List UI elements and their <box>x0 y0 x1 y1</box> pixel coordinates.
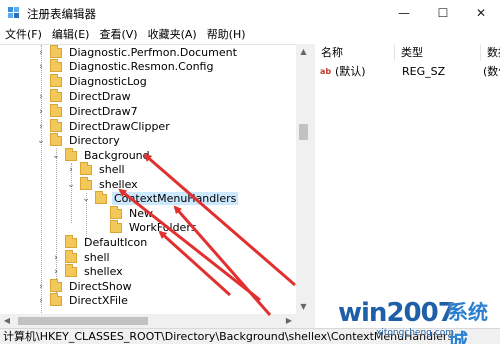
string-value-icon: ab <box>320 67 332 76</box>
tree-item[interactable]: › DirectDraw <box>36 88 133 104</box>
tree-item-label: DirectDraw <box>69 90 131 103</box>
expand-arrow-icon[interactable]: › <box>36 122 46 132</box>
menu-favorites[interactable]: 收藏夹(A) <box>143 26 202 44</box>
tree-item-label: Directory <box>69 134 120 147</box>
folder-icon <box>65 249 77 263</box>
folder-icon <box>50 132 62 146</box>
watermark-sub-text: xitongcheng.com <box>376 328 454 338</box>
expand-arrow-icon[interactable]: › <box>51 267 61 277</box>
close-button[interactable]: ✕ <box>462 0 500 26</box>
tree-item[interactable]: ⌄ Background <box>51 147 152 163</box>
expand-arrow-icon[interactable]: ⌄ <box>81 194 91 204</box>
column-header-type[interactable]: 类型 <box>395 44 481 61</box>
tree-item-label: DiagnosticLog <box>69 75 147 88</box>
expand-arrow-icon[interactable]: › <box>36 48 46 58</box>
expand-arrow-icon[interactable]: › <box>36 92 46 102</box>
maximize-button[interactable]: ☐ <box>424 0 462 26</box>
column-header-data[interactable]: 数据 <box>481 44 500 61</box>
folder-icon <box>50 58 62 72</box>
scroll-left-icon[interactable]: ◀ <box>0 314 14 328</box>
folder-icon <box>110 219 122 233</box>
tree-item[interactable]: › DirectXFile <box>36 292 130 308</box>
watermark-cn-text: 系统城 <box>448 300 488 344</box>
tree-item[interactable]: WorkFolders <box>96 219 199 235</box>
tree-item-label: DirectDrawClipper <box>69 120 170 133</box>
tree-item[interactable]: › DirectDraw7 <box>36 103 140 119</box>
tree-item[interactable]: › shell <box>51 249 112 265</box>
watermark-main-text: win2007 <box>338 298 456 328</box>
title-bar: 注册表编辑器 — ☐ ✕ <box>0 0 500 26</box>
column-header-name[interactable]: 名称 <box>315 44 395 61</box>
registry-tree[interactable]: › Diagnostic.Perfmon.Document › Diagnost… <box>0 44 311 328</box>
tree-item[interactable]: ⌄ Directory <box>36 132 122 148</box>
watermark-logo: win2007 系统城 xitongcheng.com <box>330 292 500 344</box>
tree-item-label: WorkFolders <box>129 221 197 234</box>
menu-file[interactable]: 文件(F) <box>0 26 47 44</box>
expand-arrow-icon[interactable]: › <box>36 296 46 306</box>
registry-editor-icon <box>8 7 19 18</box>
menu-help[interactable]: 帮助(H) <box>202 26 251 44</box>
folder-icon <box>50 45 62 58</box>
scroll-down-icon[interactable]: ▼ <box>296 299 311 314</box>
expand-arrow-icon[interactable]: › <box>51 253 61 263</box>
folder-open-icon <box>95 190 107 204</box>
tree-item-label: Diagnostic.Resmon.Config <box>69 60 214 73</box>
tree-item[interactable]: › shell <box>66 161 127 177</box>
folder-icon <box>50 73 62 87</box>
folder-icon <box>50 88 62 102</box>
tree-item-label: DefaultIcon <box>84 236 148 249</box>
menu-view[interactable]: 查看(V) <box>94 26 142 44</box>
folder-icon <box>65 263 77 277</box>
folder-icon <box>50 278 62 292</box>
folder-icon <box>80 176 92 190</box>
folder-icon <box>50 103 62 117</box>
scroll-thumb[interactable] <box>18 317 148 325</box>
folder-icon <box>65 234 77 248</box>
value-data: (数值 <box>483 65 500 78</box>
folder-icon <box>50 118 62 132</box>
tree-horizontal-scrollbar[interactable]: ◀ ▶ <box>0 314 311 328</box>
tree-item[interactable]: › Diagnostic.Perfmon.Document <box>36 45 239 60</box>
tree-item[interactable]: › Diagnostic.Resmon.Config <box>36 58 215 74</box>
value-name: (默认) <box>335 65 366 78</box>
tree-item-label: Background <box>84 149 150 162</box>
window-title: 注册表编辑器 <box>27 7 96 21</box>
folder-icon <box>50 292 62 306</box>
menu-bar: 文件(F) 编辑(E) 查看(V) 收藏夹(A) 帮助(H) <box>0 26 500 44</box>
scroll-up-icon[interactable]: ▲ <box>296 44 311 59</box>
menu-edit[interactable]: 编辑(E) <box>47 26 95 44</box>
expand-arrow-icon[interactable]: › <box>66 165 76 175</box>
tree-item[interactable]: DefaultIcon <box>51 234 149 250</box>
tree-item-label: shellex <box>99 178 138 191</box>
values-list[interactable]: 名称 类型 数据 ab (默认) REG_SZ (数值 <box>315 44 500 328</box>
tree-item-label: DirectDraw7 <box>69 105 138 118</box>
scroll-thumb[interactable] <box>299 124 308 140</box>
tree-item[interactable]: New <box>96 205 155 221</box>
expand-arrow-icon[interactable]: ⌄ <box>51 151 61 161</box>
tree-item-label: Diagnostic.Perfmon.Document <box>69 46 237 59</box>
minimize-button[interactable]: — <box>385 0 423 26</box>
tree-item[interactable]: DiagnosticLog <box>36 73 149 89</box>
folder-icon <box>65 147 77 161</box>
tree-item-label: New <box>129 207 153 220</box>
tree-item-label: DirectShow <box>69 280 132 293</box>
tree-item[interactable]: › shellex <box>51 263 125 279</box>
expand-arrow-icon[interactable]: ⌄ <box>36 136 46 146</box>
tree-item-label: shell <box>99 163 125 176</box>
value-row[interactable]: ab (默认) REG_SZ (数值 <box>315 64 500 80</box>
tree-item-label: shellex <box>84 265 123 278</box>
tree-vertical-scrollbar[interactable]: ▲ ▼ <box>296 44 311 314</box>
expand-arrow-icon[interactable]: › <box>36 62 46 72</box>
expand-arrow-icon[interactable]: › <box>36 282 46 292</box>
tree-item-selected[interactable]: ⌄ ContextMenuHandlers <box>81 190 239 206</box>
folder-icon <box>80 161 92 175</box>
expand-arrow-icon[interactable]: › <box>36 107 46 117</box>
folder-icon <box>110 205 122 219</box>
expand-arrow-icon[interactable]: ⌄ <box>66 180 76 190</box>
tree-item-label: DirectXFile <box>69 294 128 307</box>
value-type: REG_SZ <box>402 65 446 78</box>
tree-item-label: ContextMenuHandlers <box>112 192 239 205</box>
scroll-right-icon[interactable]: ▶ <box>282 314 296 328</box>
tree-item-label: shell <box>84 251 110 264</box>
